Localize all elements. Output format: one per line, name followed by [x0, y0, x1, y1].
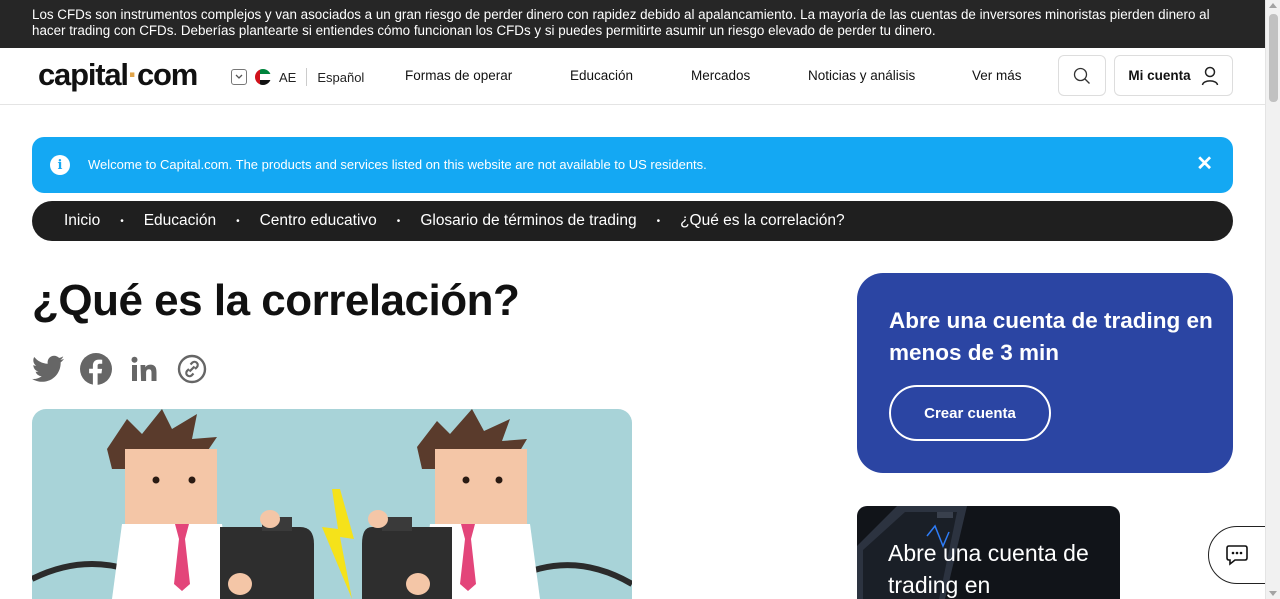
risk-warning-text: Los CFDs son instrumentos complejos y va…	[32, 7, 1210, 38]
scroll-up-arrow[interactable]	[1269, 3, 1277, 8]
search-icon	[1073, 67, 1090, 84]
chat-widget-button[interactable]	[1208, 526, 1268, 584]
breadcrumb-separator: •	[236, 215, 240, 227]
promo-title: Abre una cuenta de trading en menos de 3…	[889, 308, 1213, 365]
user-icon	[1201, 66, 1218, 85]
twitter-icon	[32, 355, 64, 382]
nav-ver-mas[interactable]: Ver más	[972, 68, 1022, 83]
breadcrumb-separator: •	[656, 215, 661, 227]
language-label[interactable]: Español	[317, 70, 364, 85]
linkedin-icon	[131, 356, 157, 381]
site-header: capital·com AE Español Formas de operar …	[0, 48, 1265, 105]
us-residents-notice: i Welcome to Capital.com. The products a…	[32, 137, 1233, 193]
notice-text: Welcome to Capital.com. The products and…	[88, 157, 707, 172]
breadcrumb-current-page: ¿Qué es la correlación?	[680, 212, 845, 229]
my-account-label: Mi cuenta	[1128, 68, 1191, 83]
article-hero-illustration	[32, 409, 632, 599]
open-account-promo: Abre una cuenta de trading en menos de 3…	[857, 273, 1233, 473]
facebook-icon	[80, 353, 112, 385]
info-icon: i	[50, 155, 70, 175]
uae-flag-icon	[255, 69, 271, 85]
share-twitter-button[interactable]	[32, 353, 64, 385]
region-code: AE	[279, 69, 297, 85]
nav-educacion[interactable]: Educación	[570, 68, 633, 83]
nav-mercados[interactable]: Mercados	[691, 68, 750, 83]
breadcrumb-separator: •	[396, 215, 401, 227]
chat-icon	[1226, 545, 1248, 566]
app-promo-card[interactable]: Abre una cuenta de trading en	[857, 506, 1120, 599]
capital-com-logo[interactable]: capital·com	[38, 58, 198, 92]
close-icon[interactable]: ✕	[1196, 153, 1213, 175]
nav-noticias-y-analisis[interactable]: Noticias y análisis	[808, 68, 915, 83]
copy-link-button[interactable]	[176, 353, 208, 385]
search-button[interactable]	[1058, 55, 1106, 96]
page-title: ¿Qué es la correlación?	[32, 276, 520, 325]
scroll-down-arrow[interactable]	[1269, 591, 1277, 596]
risk-warning-banner: Los CFDs son instrumentos complejos y va…	[0, 0, 1265, 48]
share-linkedin-button[interactable]	[128, 353, 160, 385]
breadcrumb-educacion[interactable]: Educación	[144, 212, 216, 230]
share-facebook-button[interactable]	[80, 353, 112, 385]
divider	[306, 68, 308, 86]
breadcrumb-centro-educativo[interactable]: Centro educativo	[260, 212, 377, 230]
breadcrumb-inicio[interactable]: Inicio	[64, 212, 100, 230]
breadcrumb: Inicio • Educación • Centro educativo • …	[32, 201, 1233, 241]
create-account-button[interactable]: Crear cuenta	[889, 385, 1051, 441]
scrollbar-thumb[interactable]	[1269, 14, 1278, 102]
breadcrumb-separator: •	[120, 215, 124, 227]
app-promo-text: Abre una cuenta de trading en	[888, 540, 1089, 598]
link-icon	[177, 354, 207, 384]
my-account-button[interactable]: Mi cuenta	[1114, 55, 1233, 96]
nav-formas-de-operar[interactable]: Formas de operar	[405, 68, 512, 83]
chevron-down-icon	[231, 69, 247, 85]
breadcrumb-glosario[interactable]: Glosario de términos de trading	[420, 212, 636, 230]
region-language-selector[interactable]: AE Español	[231, 67, 364, 87]
page-scrollbar[interactable]	[1265, 0, 1280, 599]
